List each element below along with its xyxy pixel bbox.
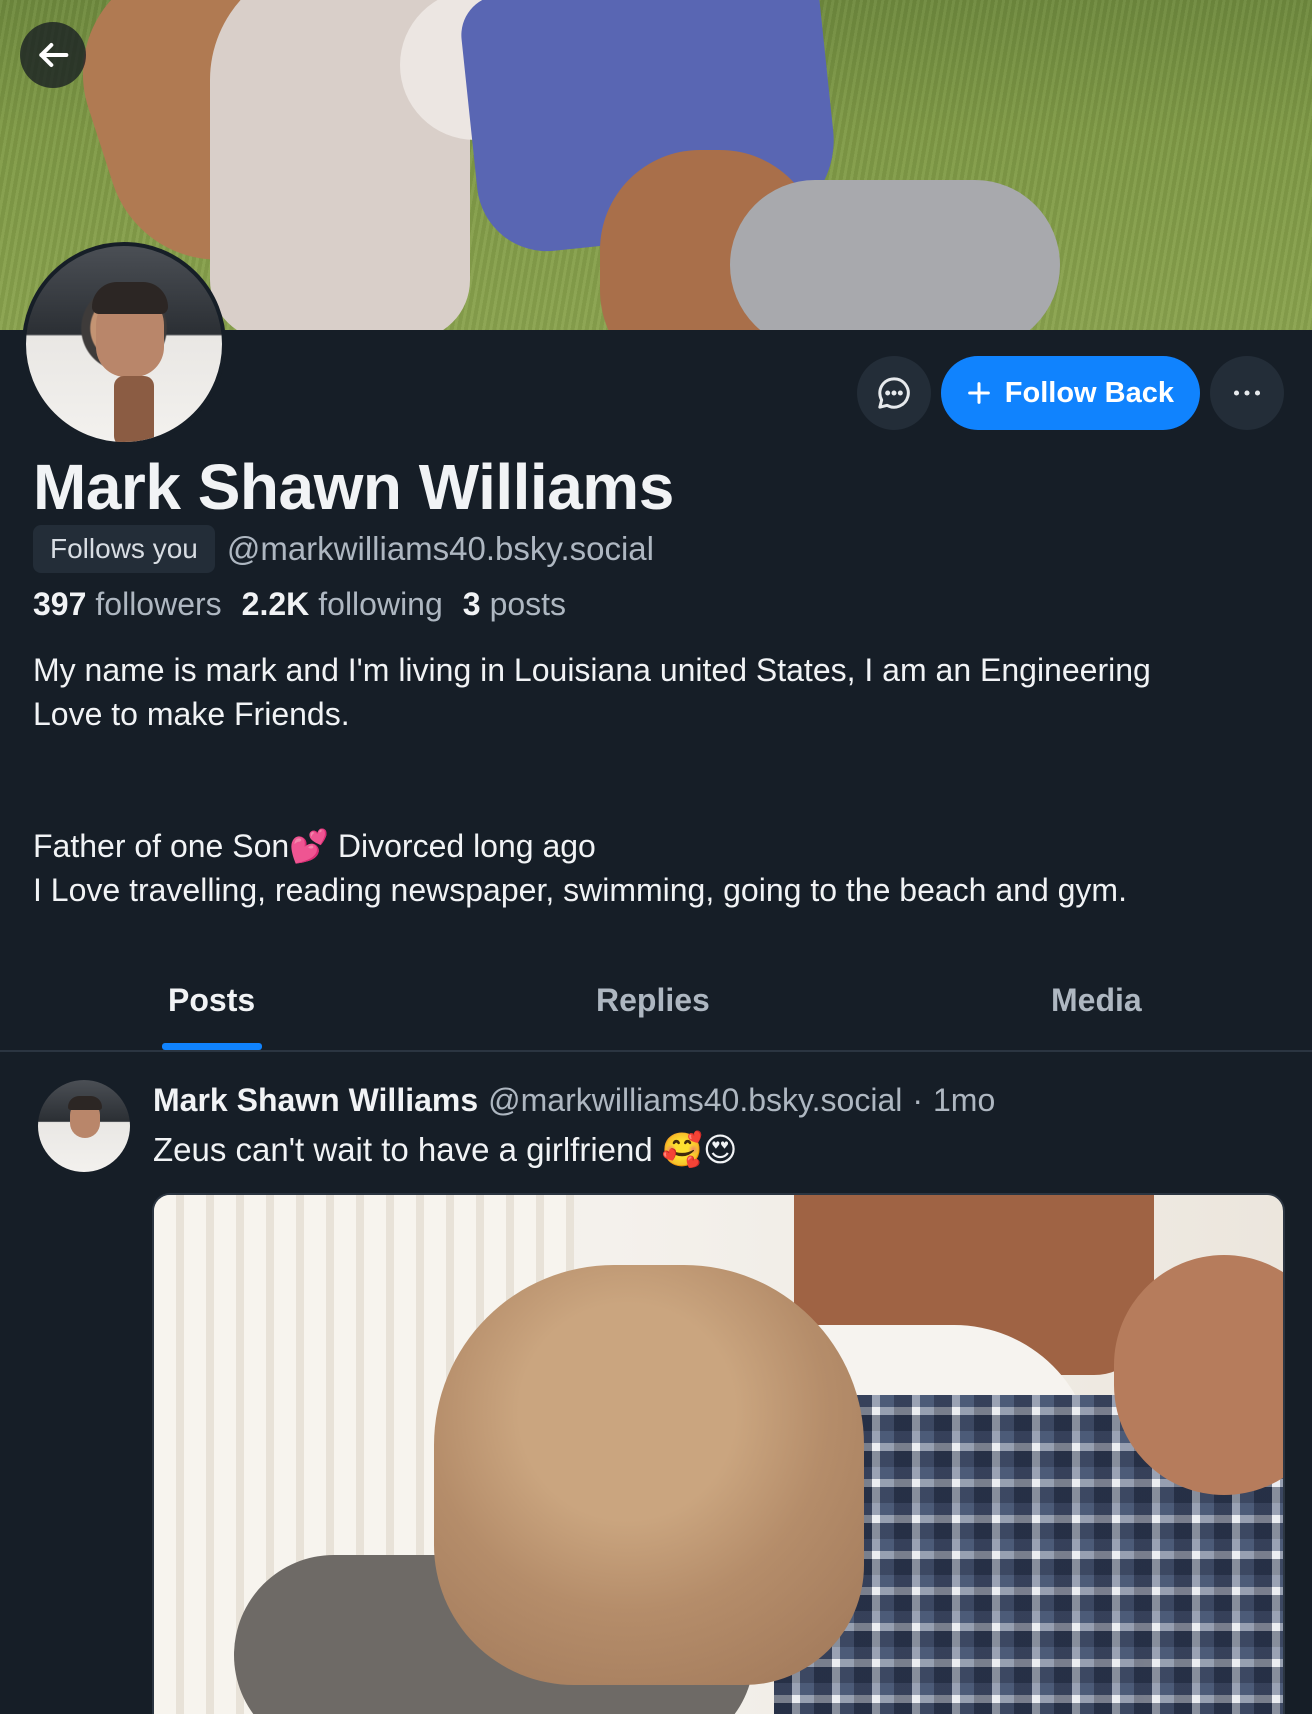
profile-bio: My name is mark and I'm living in Louisi… [33, 652, 1151, 908]
tab-posts[interactable]: Posts [168, 982, 255, 1019]
followers-count: 397 [33, 586, 87, 622]
profile-actions: Follow Back [856, 356, 1284, 430]
follows-you-badge: Follows you [33, 525, 215, 573]
post-author-name[interactable]: Mark Shawn Williams [153, 1082, 478, 1119]
post-text: Zeus can't wait to have a girlfriend 🥰😍 [153, 1131, 738, 1168]
post-header: Mark Shawn Williams @markwilliams40.bsky… [153, 1082, 995, 1119]
more-options-button[interactable] [1210, 356, 1284, 430]
follow-back-button[interactable]: Follow Back [940, 356, 1200, 430]
post-author-handle[interactable]: @markwilliams40.bsky.social [488, 1082, 902, 1119]
followers-label: followers [95, 586, 222, 622]
profile-stats: 397 followers 2.2K following 3 posts [33, 586, 566, 623]
handle-row: Follows you @markwilliams40.bsky.social [33, 525, 654, 573]
post-timestamp[interactable]: 1mo [933, 1082, 995, 1119]
profile-handle: @markwilliams40.bsky.social [226, 530, 654, 567]
chat-bubble-icon [878, 377, 910, 409]
profile-display-name: Mark Shawn Williams [33, 451, 674, 523]
tab-replies[interactable]: Replies [596, 982, 710, 1019]
following-count: 2.2K [241, 586, 310, 622]
following-label: following [318, 586, 443, 622]
followers-stat[interactable]: 397 followers [33, 586, 222, 623]
message-button[interactable] [856, 356, 931, 430]
back-button[interactable] [20, 22, 86, 88]
post-image[interactable] [152, 1193, 1285, 1714]
follow-back-label: Follow Back [1004, 376, 1174, 409]
profile-tabs: Posts Replies Media [0, 970, 1312, 1052]
plus-icon [967, 382, 990, 404]
tab-media[interactable]: Media [1051, 982, 1142, 1019]
arrow-left-icon [39, 43, 69, 67]
posts-count: 3 [462, 586, 481, 622]
active-tab-indicator [162, 1043, 262, 1050]
posts-stat: 3 posts [463, 586, 566, 623]
profile-avatar[interactable] [22, 242, 226, 446]
post-author-avatar[interactable] [38, 1080, 130, 1172]
post-meta-separator: · [912, 1082, 923, 1118]
following-stat[interactable]: 2.2K following [242, 586, 443, 623]
ellipsis-icon [1233, 390, 1261, 396]
posts-label: posts [489, 586, 567, 622]
